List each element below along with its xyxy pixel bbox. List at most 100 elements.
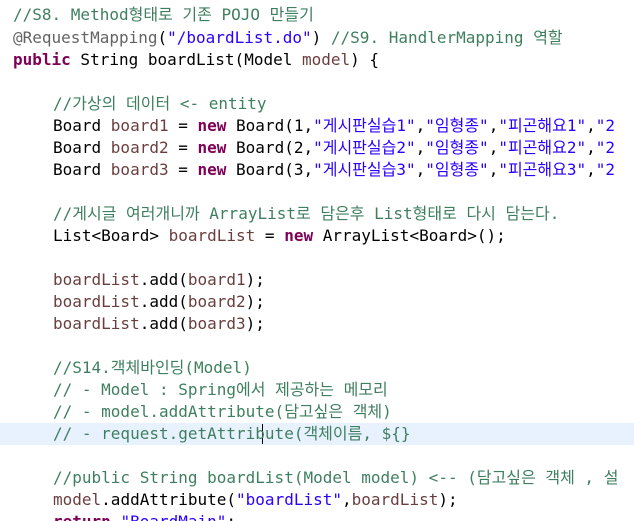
comment: //public String boardList(Model model) <… [53,468,619,487]
comment: //S8. Method형태로 기존 POJO 만들기 [13,5,314,24]
keyword: new [197,160,227,179]
code-line-22[interactable]: //public String boardList(Model model) <… [53,467,618,489]
code-line-10[interactable]: //게시글 여러개니까 ArrayList로 담은후 List형태로 다시 담는… [53,203,559,225]
code-text: = [255,226,285,245]
code-line-7[interactable]: Board board2 = new Board(2,"게시판실습2","임형종… [53,137,615,159]
code-text: String boardList(Model [70,50,302,69]
code-text: .add( [139,270,188,289]
code-text: .add( [139,292,188,311]
comment: //S14.객체바인딩(Model) [53,358,252,377]
comment: //가상의 데이터 <- entity [53,94,267,113]
code-text: = [168,160,198,179]
comment: // - Model : Spring에서 제공하는 메모리 [53,380,388,399]
code-line-11[interactable]: List<Board> boardList = new ArrayList<Bo… [53,225,506,247]
variable: board1 [187,270,246,289]
variable: board2 [110,138,169,157]
string-literal: "피곤해요2" [498,138,587,157]
punctuation: , [415,116,426,135]
keyword: new [197,116,227,135]
code-text: ) { [350,50,380,69]
comment: //S9. HandlerMapping 역할 [330,28,563,47]
variable: model [301,50,351,69]
code-text: Board [53,138,111,157]
code-line-18[interactable]: // - Model : Spring에서 제공하는 메모리 [53,379,388,401]
code-text: ); [245,270,265,289]
code-line-15[interactable]: boardList.add(board3); [53,313,265,335]
code-text: Board(1, [226,116,314,135]
variable: boardList [168,226,256,245]
code-line-6[interactable]: Board board1 = new Board(1,"게시판실습1","임형종… [53,115,615,137]
punctuation: , [342,490,352,509]
string-literal: "피곤해요3" [498,160,587,179]
punctuation: , [415,138,426,157]
code-line-23[interactable]: model.addAttribute("boardList",boardList… [53,489,458,511]
code-line-13[interactable]: boardList.add(board1); [53,269,265,291]
string-literal: "2 [595,160,616,179]
string-literal: "/boardList.do" [167,28,312,47]
string-literal: "BoardMain" [120,512,226,521]
code-line-20[interactable]: // - request.getAttribute(객체이름, ${} [53,423,411,445]
code-text: ArrayList<Board>(); [313,226,506,245]
string-literal: "피곤해요1" [498,116,587,135]
punctuation: , [488,138,499,157]
code-line-3[interactable]: public String boardList(Model model) { [13,49,379,71]
punctuation: , [586,138,596,157]
code-text: = [168,116,198,135]
variable: boardList [53,314,140,333]
code-text: ); [245,314,265,333]
code-line-2[interactable]: @RequestMapping("/boardList.do") //S9. H… [13,27,563,49]
comment: // - model.addAttribute(담고싶은 객체) [53,402,392,421]
string-literal: "임형종" [425,138,489,157]
code-text: .addAttribute( [101,490,237,509]
code-editor[interactable]: //S8. Method형태로 기존 POJO 만들기 @RequestMapp… [0,0,634,521]
code-text: .add( [139,314,188,333]
code-text: Board [53,116,111,135]
punctuation: ) [311,28,331,47]
string-literal: "게시판실습3" [313,160,416,179]
string-literal: "2 [595,116,616,135]
code-text: Board [53,160,111,179]
punctuation: , [586,160,596,179]
code-line-24[interactable]: return "BoardMain"; [53,511,236,521]
variable: boardList [53,292,140,311]
string-literal: "게시판실습1" [313,116,416,135]
code-text: List<Board> [53,226,169,245]
keyword: public [13,50,71,69]
code-line-8[interactable]: Board board3 = new Board(3,"게시판실습3","임형종… [53,159,615,181]
variable: board2 [187,292,246,311]
string-literal: "임형종" [425,116,489,135]
variable: board1 [110,116,169,135]
keyword: return [53,512,111,521]
punctuation: , [488,160,499,179]
code-text: Board(3, [226,160,314,179]
punctuation: , [586,116,596,135]
keyword: new [197,138,227,157]
punctuation: ( [157,28,168,47]
code-text: Board(2, [226,138,314,157]
code-line-5[interactable]: //가상의 데이터 <- entity [53,93,267,115]
punctuation: , [488,116,499,135]
punctuation: , [415,160,426,179]
code-line-1[interactable]: //S8. Method형태로 기존 POJO 만들기 [13,4,314,26]
code-text: ); [245,292,265,311]
punctuation: ); [438,490,458,509]
variable: board3 [187,314,246,333]
string-literal: "임형종" [425,160,489,179]
punctuation: ; [226,512,236,521]
annotation: @RequestMapping [13,28,158,47]
code-line-17[interactable]: //S14.객체바인딩(Model) [53,357,252,379]
string-literal: "2 [595,138,616,157]
comment: //게시글 여러개니까 ArrayList로 담은후 List형태로 다시 담는… [53,204,560,223]
keyword: new [284,226,314,245]
variable: boardList [53,270,140,289]
variable: board3 [110,160,169,179]
variable: boardList [351,490,439,509]
variable: model [53,490,102,509]
code-line-14[interactable]: boardList.add(board2); [53,291,265,313]
comment: // - request.getAttribute(객체이름, ${} [53,424,411,443]
string-literal: "boardList" [236,490,342,509]
string-literal: "게시판실습2" [313,138,416,157]
code-text: = [168,138,198,157]
code-line-19[interactable]: // - model.addAttribute(담고싶은 객체) [53,401,392,423]
